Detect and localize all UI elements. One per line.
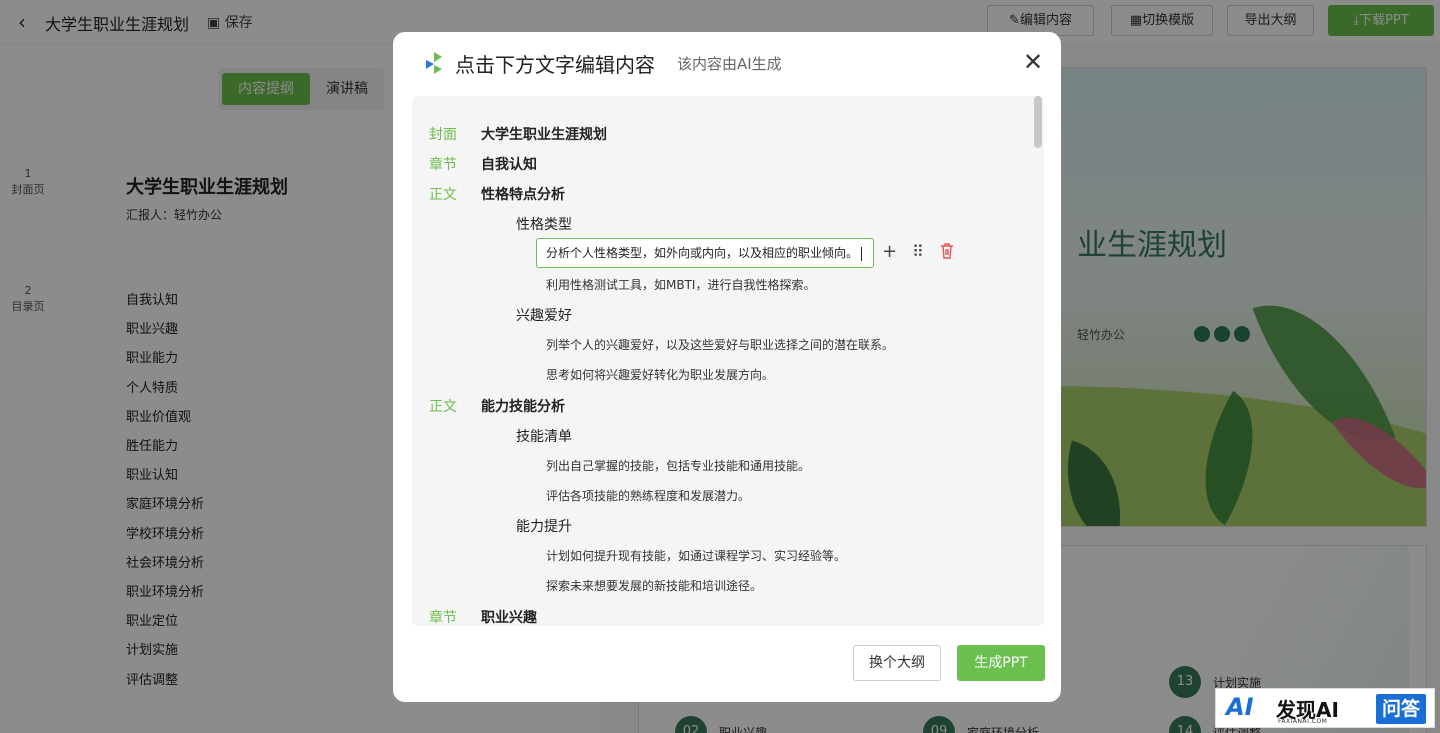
watermark-url: FAXIANAI.COM xyxy=(1278,718,1328,725)
outline-heading[interactable]: 能力技能分析 xyxy=(481,396,565,416)
app-logo-icon xyxy=(426,52,442,74)
outline-bullet[interactable]: 列举个人的兴趣爱好，以及这些爱好与职业选择之间的潜在联系。 xyxy=(546,336,894,353)
watermark-badge: AI 发现AI FAXIANAI.COM 问答 xyxy=(1215,688,1435,728)
drag-handle-icon[interactable]: ⠿ xyxy=(912,242,924,262)
edit-outline-modal: 点击下方文字编辑内容 该内容由AI生成 ✕ 封面 大学生职业生涯规划 章节 自我… xyxy=(393,32,1061,702)
outline-heading[interactable]: 大学生职业生涯规划 xyxy=(481,124,607,144)
watermark-logo: AI xyxy=(1226,693,1254,721)
text-caret xyxy=(861,246,863,261)
outline-subheading[interactable]: 性格类型 xyxy=(516,214,572,234)
outline-tag: 正文 xyxy=(429,187,457,203)
outline-bullet[interactable]: 利用性格测试工具，如MBTI，进行自我性格探索。 xyxy=(546,276,815,293)
modal-title: 点击下方文字编辑内容 xyxy=(455,53,655,77)
outline-heading[interactable]: 自我认知 xyxy=(481,154,537,174)
generate-ppt-button[interactable]: 生成PPT xyxy=(957,645,1045,681)
close-icon[interactable]: ✕ xyxy=(1023,50,1043,74)
outline-tag: 章节 xyxy=(429,157,457,173)
outline-tag: 正文 xyxy=(429,399,457,415)
modal-subtitle: 该内容由AI生成 xyxy=(677,55,782,73)
watermark-box: 问答 xyxy=(1376,694,1426,724)
outline-tag: 章节 xyxy=(429,610,457,626)
outline-subheading[interactable]: 技能清单 xyxy=(516,426,572,446)
outline-subheading[interactable]: 能力提升 xyxy=(516,516,572,536)
outline-subheading[interactable]: 兴趣爱好 xyxy=(516,305,572,325)
outline-edit-input[interactable]: 分析个人性格类型，如外向或内向，以及相应的职业倾向。 xyxy=(536,238,874,268)
outline-bullet[interactable]: 评估各项技能的熟练程度和发展潜力。 xyxy=(546,487,750,504)
outline-bullet[interactable]: 探索未来想要发展的新技能和培训途径。 xyxy=(546,577,762,594)
outline-tag: 封面 xyxy=(429,127,457,143)
outline-bullet[interactable]: 列出自己掌握的技能，包括专业技能和通用技能。 xyxy=(546,457,810,474)
scrollbar-thumb[interactable] xyxy=(1034,96,1042,148)
outline-bullet[interactable]: 思考如何将兴趣爱好转化为职业发展方向。 xyxy=(546,366,774,383)
outline-bullet[interactable]: 计划如何提升现有技能，如通过课程学习、实习经验等。 xyxy=(546,547,846,564)
trash-icon[interactable] xyxy=(939,242,955,265)
outline-editor[interactable]: 封面 大学生职业生涯规划 章节 自我认知 正文 性格特点分析 性格类型 分析个人… xyxy=(412,96,1044,626)
change-outline-button[interactable]: 换个大纲 xyxy=(853,645,941,681)
outline-heading[interactable]: 职业兴趣 xyxy=(481,607,537,626)
outline-heading[interactable]: 性格特点分析 xyxy=(481,184,565,204)
plus-icon[interactable]: + xyxy=(882,242,897,262)
